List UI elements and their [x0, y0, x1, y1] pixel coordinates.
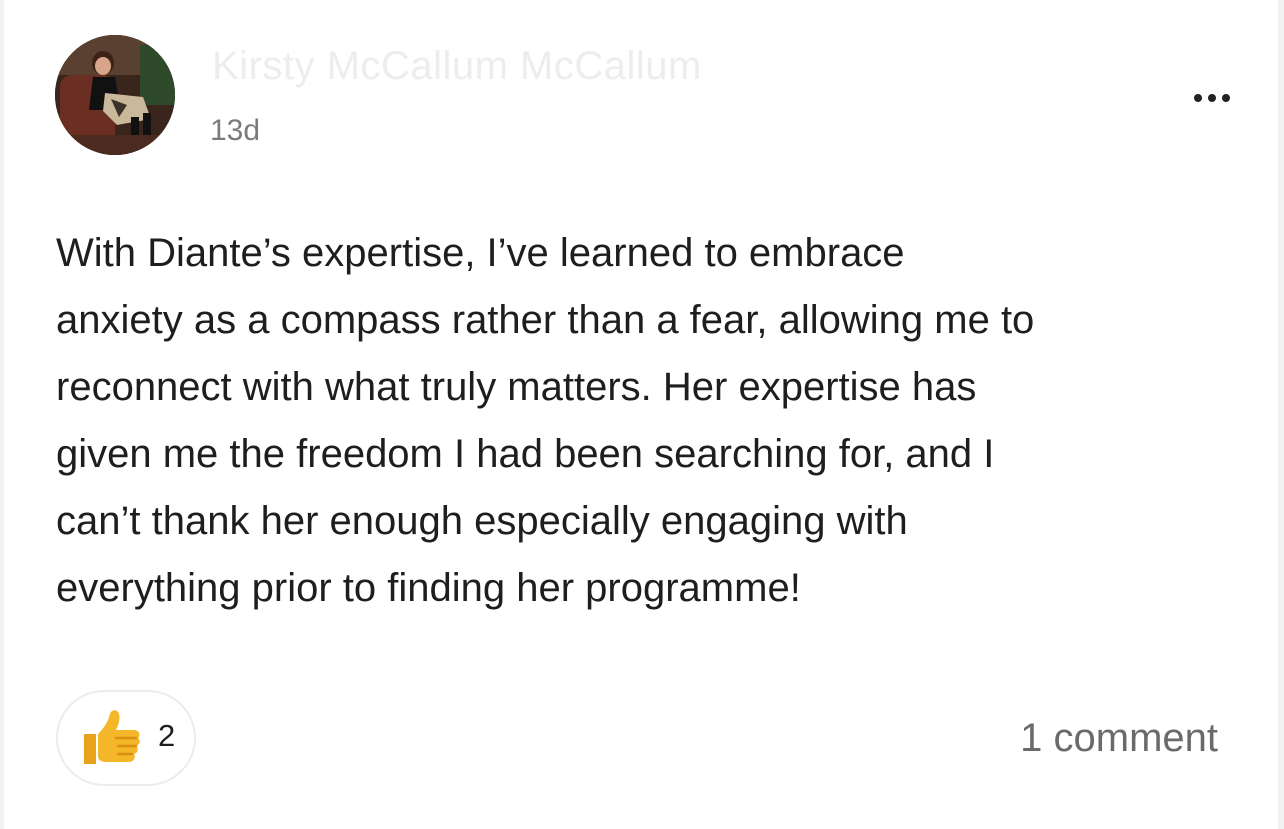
reaction-count: 2	[158, 718, 176, 753]
post-body-line: can’t thank her enough especially engagi…	[56, 499, 908, 543]
post-body-line: anxiety as a compass rather than a fear,…	[56, 298, 1035, 342]
post-body-line: reconnect with what truly matters. Her e…	[56, 365, 977, 409]
more-options-button[interactable]	[1184, 80, 1240, 116]
post-card: Kirsty McCallum McCallum 13d With Diante…	[4, 0, 1278, 829]
post-body-line: With Diante’s expertise, I’ve learned to…	[56, 231, 905, 275]
post-timestamp: 13d	[210, 114, 261, 147]
post-body-line: everything prior to finding her programm…	[56, 566, 801, 610]
reactions-button[interactable]: 2	[56, 690, 196, 786]
post-body-line: given me the freedom I had been searchin…	[56, 432, 995, 476]
author-name[interactable]: Kirsty McCallum McCallum	[212, 44, 702, 89]
comments-link[interactable]: 1 comment	[1020, 716, 1218, 761]
more-horizontal-icon	[1194, 94, 1230, 102]
post-body: With Diante’s expertise, I’ve learned to…	[56, 220, 1256, 622]
thumbs-up-icon	[80, 708, 142, 773]
author-avatar[interactable]	[55, 35, 175, 155]
